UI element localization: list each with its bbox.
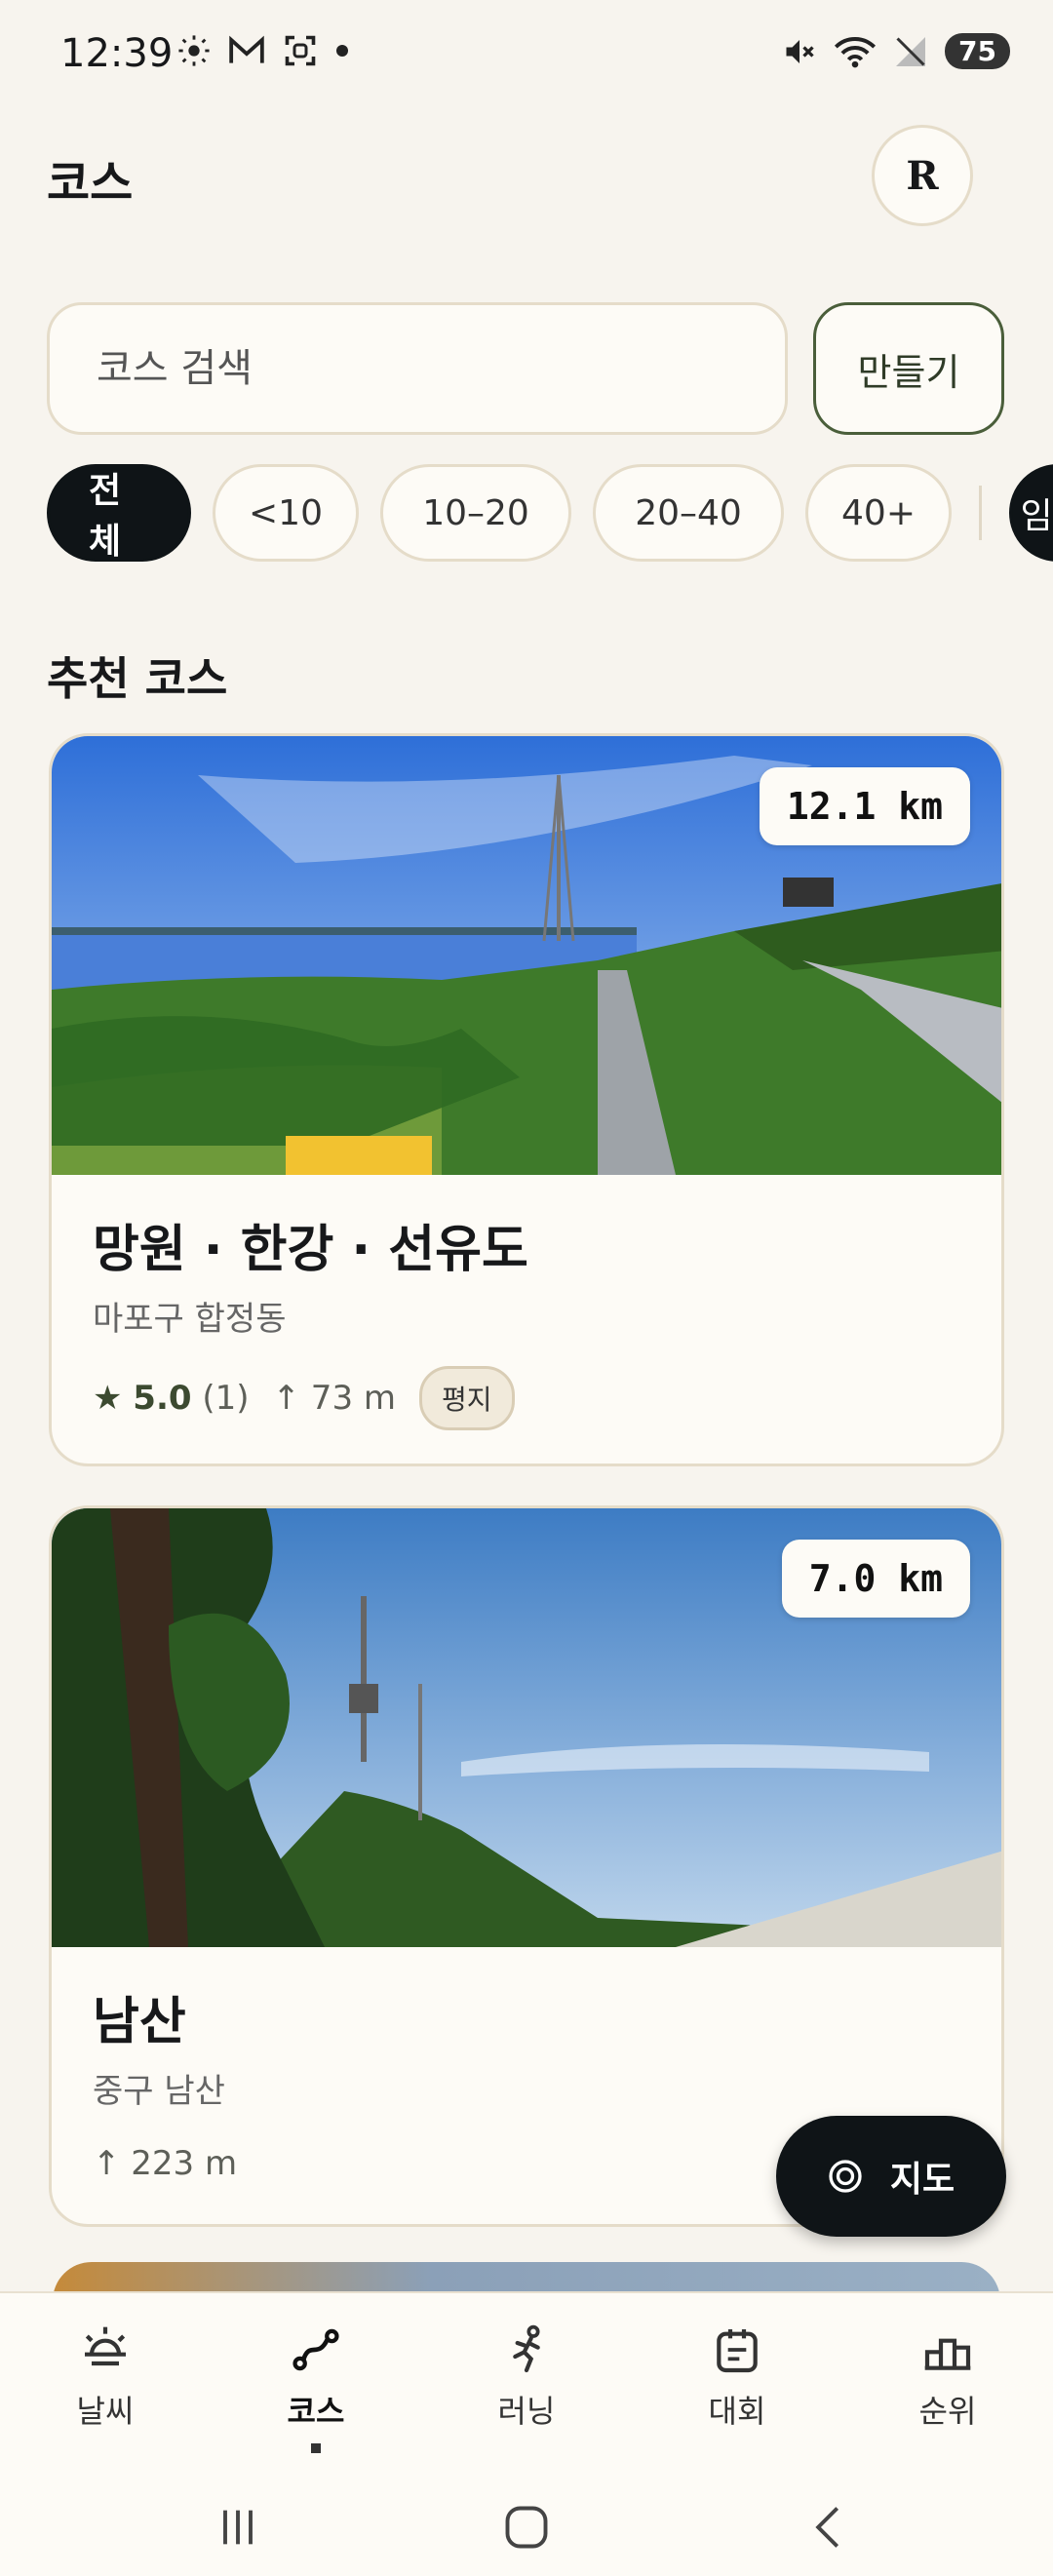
create-course-button[interactable]: 만들기 xyxy=(813,302,1004,435)
nav-label-weather: 날씨 xyxy=(76,2393,135,2430)
search-input[interactable]: 코스 검색 xyxy=(47,302,788,435)
back-icon[interactable] xyxy=(803,2502,854,2553)
mute-icon xyxy=(786,39,814,63)
course-location: 중구 남산 xyxy=(93,2072,225,2111)
system-navigation xyxy=(0,2488,1053,2576)
status-time: 12:39 xyxy=(60,31,174,76)
course-rating: ★ 5.0 (1) xyxy=(93,1379,250,1418)
calendar-icon xyxy=(717,2329,758,2373)
active-indicator xyxy=(311,2443,321,2453)
course-elevation: ↑ 73 m xyxy=(272,1379,397,1418)
course-location: 마포구 합정동 xyxy=(93,1300,287,1339)
status-bar: 12:39 75 xyxy=(0,0,1053,107)
filter-chip-20-40[interactable]: 20–40 xyxy=(593,464,784,562)
chip-divider xyxy=(979,486,982,540)
battery-level: 75 xyxy=(945,33,1010,69)
notification-dot-icon xyxy=(336,45,348,57)
nav-item-ranking[interactable]: 순위 xyxy=(842,2322,1053,2432)
course-photo-hangang: 12.1 km xyxy=(52,736,1001,1175)
star-icon: ★ xyxy=(93,1379,123,1418)
nav-item-weather[interactable]: 날씨 xyxy=(0,2322,211,2432)
route-icon xyxy=(292,2328,339,2371)
map-button[interactable]: 지도 xyxy=(776,2116,1006,2237)
course-meta: ↑ 223 m xyxy=(93,2144,237,2183)
target-icon xyxy=(829,2160,862,2193)
page-title: 코스 xyxy=(47,156,134,211)
filter-chip-all[interactable]: 전체 xyxy=(47,464,191,562)
course-photo-namsan: 7.0 km xyxy=(52,1508,1001,1947)
recent-apps-icon[interactable] xyxy=(213,2502,263,2553)
wifi-icon xyxy=(835,36,877,67)
filter-chip-under-10[interactable]: <10 xyxy=(213,464,359,562)
filter-chip-10-20[interactable]: 10–20 xyxy=(380,464,571,562)
nav-item-running[interactable]: 러닝 xyxy=(421,2322,632,2432)
course-card[interactable]: 12.1 km 망원 · 한강 · 선유도 마포구 합정동 ★ 5.0 (1) … xyxy=(49,733,1004,1466)
mail-icon xyxy=(229,35,264,63)
home-icon[interactable] xyxy=(501,2502,552,2553)
nav-label-running: 러닝 xyxy=(497,2393,556,2430)
nav-item-races[interactable]: 대회 xyxy=(632,2322,842,2432)
filter-chip-40-plus[interactable]: 40+ xyxy=(805,464,952,562)
course-meta: ★ 5.0 (1) ↑ 73 m 평지 xyxy=(93,1366,515,1430)
nav-label-ranking: 순위 xyxy=(918,2393,977,2430)
avatar[interactable]: R xyxy=(872,125,973,226)
course-title: 망원 · 한강 · 선유도 xyxy=(93,1221,528,1279)
map-button-label: 지도 xyxy=(889,2160,956,2200)
podium-icon xyxy=(924,2338,971,2370)
course-elevation: ↑ 223 m xyxy=(93,2144,238,2183)
course-title: 남산 xyxy=(93,1993,186,2051)
terrain-badge: 평지 xyxy=(419,1366,515,1430)
signal-icon xyxy=(896,36,926,66)
bottom-nav: 날씨 코스 러닝 대회 순위 xyxy=(0,2291,1053,2576)
distance-filter-chips: 전체 <10 10–20 20–40 40+ 임 xyxy=(47,464,1053,562)
nav-item-courses[interactable]: 코스 xyxy=(211,2322,421,2453)
screenshot-icon xyxy=(285,35,316,66)
distance-badge: 12.1 km xyxy=(759,767,970,845)
brightness-icon xyxy=(178,35,210,66)
runner-icon xyxy=(513,2324,540,2373)
section-title: 추천 코스 xyxy=(47,652,228,705)
nav-label-courses: 코스 xyxy=(287,2393,345,2430)
filter-chip-partial[interactable]: 임 xyxy=(1009,464,1053,562)
distance-badge: 7.0 km xyxy=(781,1540,970,1618)
sun-icon xyxy=(85,2326,126,2366)
nav-label-races: 대회 xyxy=(708,2393,766,2430)
